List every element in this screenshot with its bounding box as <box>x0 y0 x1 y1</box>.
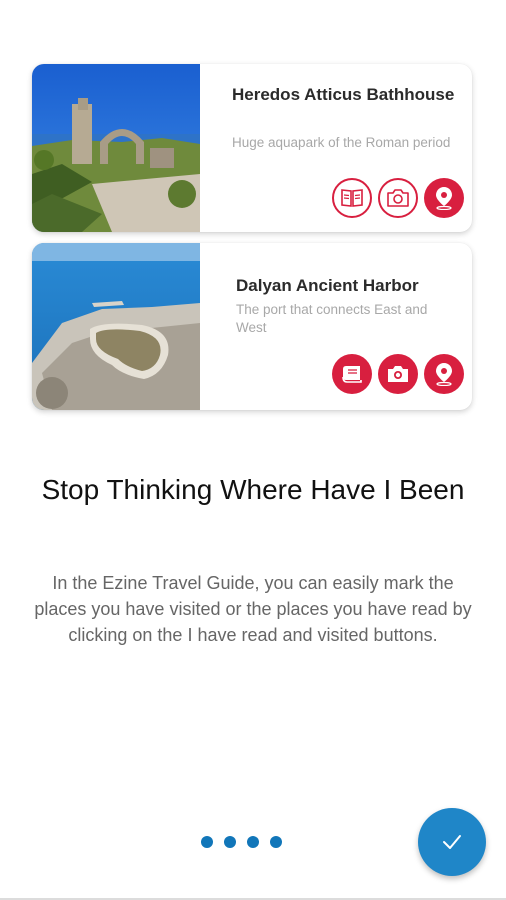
visited-photo-button[interactable] <box>378 354 418 394</box>
page-dot[interactable] <box>247 836 259 848</box>
read-button[interactable] <box>332 354 372 394</box>
camera-icon <box>388 366 408 382</box>
place-actions <box>332 354 464 394</box>
book-icon <box>342 366 362 383</box>
camera-icon <box>387 189 409 207</box>
place-photo-harbor <box>32 243 200 410</box>
read-button[interactable] <box>332 178 372 218</box>
place-actions <box>332 178 464 218</box>
place-card-dalyan[interactable]: Dalyan Ancient Harbor The port that conn… <box>32 243 472 410</box>
place-title: Dalyan Ancient Harbor <box>236 276 419 295</box>
place-title: Heredos Atticus Bathhouse <box>232 85 455 104</box>
place-subtitle: The port that connects East and West <box>236 302 428 335</box>
onboarding-heading: Stop Thinking Where Have I Been <box>41 474 465 505</box>
page-dot[interactable] <box>270 836 282 848</box>
location-pin-icon <box>436 363 452 386</box>
checkmark-icon <box>443 835 461 849</box>
visited-photo-button[interactable] <box>378 178 418 218</box>
page-dot[interactable] <box>224 836 236 848</box>
page-indicator <box>201 836 282 848</box>
location-button[interactable] <box>424 178 464 218</box>
place-subtitle: Huge aquapark of the Roman period <box>232 135 451 150</box>
book-icon <box>341 189 363 207</box>
page-dot[interactable] <box>201 836 213 848</box>
done-button[interactable] <box>418 808 486 876</box>
onboarding-description: In the Ezine Travel Guide, you can easil… <box>34 573 472 645</box>
place-photo-ruins <box>32 64 200 232</box>
location-button[interactable] <box>424 354 464 394</box>
place-card-heredos[interactable]: Heredos Atticus Bathhouse Huge aquapark … <box>32 64 472 232</box>
location-pin-icon <box>436 187 452 210</box>
